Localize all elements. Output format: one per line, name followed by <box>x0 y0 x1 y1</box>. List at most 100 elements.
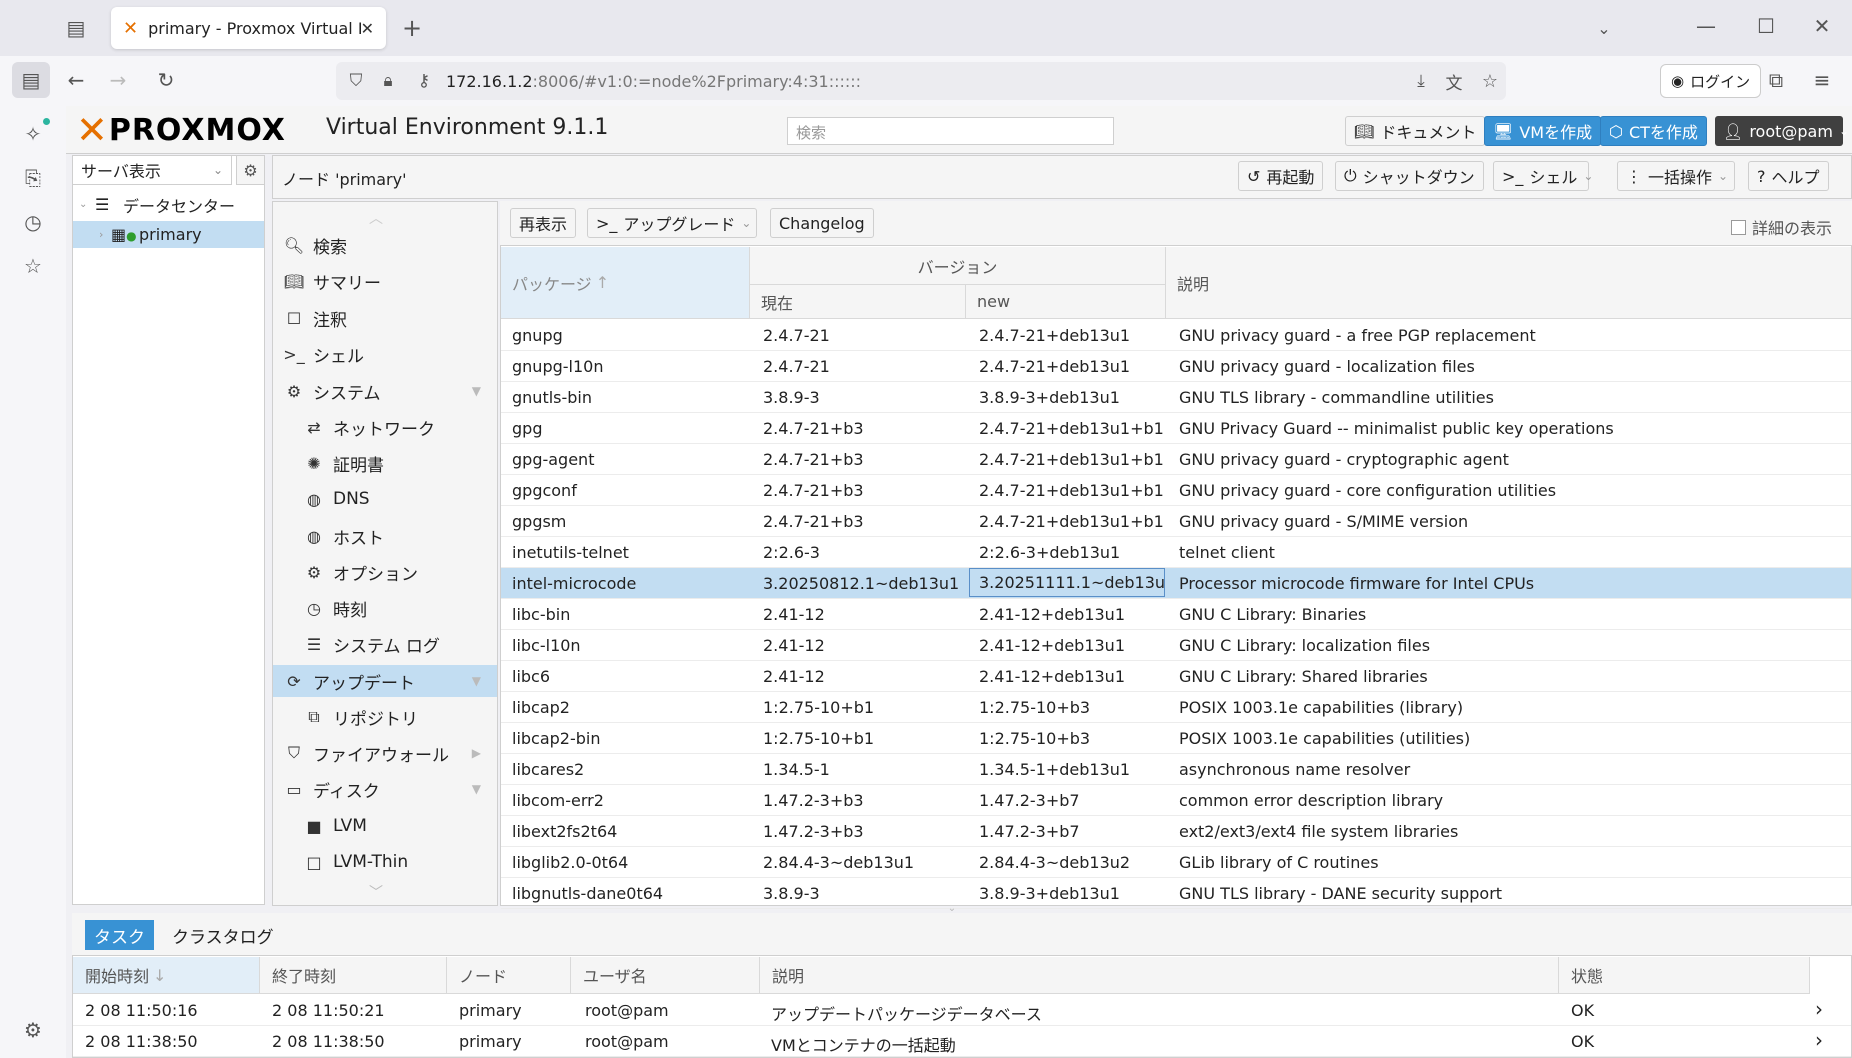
table-row[interactable]: libcom-err2 1.47.2-3+b3 1.47.2-3+b7 common … <box>501 785 1851 816</box>
minimize-icon[interactable]: — <box>1690 10 1722 42</box>
settings-gear-icon[interactable]: ⚙ <box>17 1014 49 1046</box>
sidebar-toggle-icon[interactable]: ▤ <box>12 62 50 98</box>
table-row[interactable]: libcares2 1.34.5-1 1.34.5-1+deb13u1 asynchr… <box>501 754 1851 785</box>
table-row[interactable]: libcap2 1:2.75-10+b1 1:2.75-10+b3 POSIX 100… <box>501 692 1851 723</box>
table-row[interactable]: libc6 2.41-12 2.41-12+deb13u1 GNU C Library… <box>501 661 1851 692</box>
bulk-actions-button[interactable]: ⋮ 一括操作 ⌄ <box>1617 161 1735 191</box>
column-header-current[interactable]: 現在 <box>750 285 966 319</box>
bookmark-star-icon[interactable]: ☆ <box>1474 65 1506 97</box>
upgrade-button[interactable]: >_ アップグレード ⌄ <box>587 208 757 238</box>
shutdown-button[interactable]: ⏻ シャットダウン <box>1335 161 1484 191</box>
chevron-right-icon[interactable]: › <box>1815 997 1823 1021</box>
url-bar[interactable]: 172.16.1.2:8006/#v1:0:=node%2Fprimary:4:… <box>336 62 1506 100</box>
expand-caret-icon[interactable]: ▶ <box>472 746 481 760</box>
nav-item-summary[interactable]: 📖︎ サマリー <box>273 265 497 297</box>
download-icon[interactable]: ⤓ <box>1405 65 1437 97</box>
history-clock-icon[interactable]: ◷ <box>17 206 49 238</box>
synced-tabs-icon[interactable]: ⎘ <box>17 162 49 194</box>
nav-item-search[interactable]: 🔍︎ 検索 <box>273 229 497 261</box>
nav-item-hosts[interactable]: ◍ ホスト <box>273 520 497 552</box>
task-header-status[interactable]: 状態 <box>1559 957 1810 994</box>
maximize-icon[interactable]: ☐ <box>1750 10 1782 42</box>
create-ct-button[interactable]: ⬡ CTを作成 <box>1600 116 1707 146</box>
table-row[interactable]: libext2fs2t64 1.47.2-3+b3 1.47.2-3+b7 ext2/… <box>501 816 1851 847</box>
nav-item-time[interactable]: ◷ 時刻 <box>273 592 497 624</box>
column-header-description[interactable]: 説明 <box>1166 247 1851 319</box>
table-row[interactable]: gnupg 2.4.7-21 2.4.7-21+deb13u1 GNU privacy… <box>501 320 1851 351</box>
table-row[interactable]: libc-bin 2.41-12 2.41-12+deb13u1 GNU C Libr… <box>501 599 1851 630</box>
tab-cluster-log[interactable]: クラスタログ <box>163 920 283 950</box>
shield-icon[interactable]: ⛉ <box>340 65 372 97</box>
table-row[interactable]: libglib2.0-0t64 2.84.4-3~deb13u1 2.84.4-3~… <box>501 847 1851 878</box>
nav-item-dns[interactable]: ◍ DNS <box>273 483 497 515</box>
nav-item-lvm[interactable]: ■ LVM <box>273 810 497 842</box>
column-header-new[interactable]: new <box>966 285 1166 319</box>
table-row[interactable]: gpg-agent 2.4.7-21+b3 2.4.7-21+deb13u1+b1 G… <box>501 444 1851 475</box>
table-row[interactable]: libc-l10n 2.41-12 2.41-12+deb13u1 GNU C Lib… <box>501 630 1851 661</box>
tree-item-datacenter[interactable]: ⌄ ☰ データセンター <box>73 191 264 218</box>
task-row[interactable]: 2 08 11:38:50 2 08 11:38:50 primary root@pa… <box>73 1026 1851 1057</box>
table-row[interactable]: gpg 2.4.7-21+b3 2.4.7-21+deb13u1+b1 GNU Pri… <box>501 413 1851 444</box>
column-header-package[interactable]: パッケージ ↑ <box>501 247 750 319</box>
task-header-end[interactable]: 終了時刻 <box>260 957 447 994</box>
table-row[interactable]: intel-microcode 3.20250812.1~deb13u1 3.202… <box>501 568 1851 599</box>
tab-close-icon[interactable]: ✕ <box>361 19 374 38</box>
new-tab-icon[interactable]: + <box>396 12 428 44</box>
table-row[interactable]: libcap2-bin 1:2.75-10+b1 1:2.75-10+b3 POSIX… <box>501 723 1851 754</box>
table-row[interactable]: gnutls-bin 3.8.9-3 3.8.9-3+deb13u1 GNU TLS … <box>501 382 1851 413</box>
nav-item-network[interactable]: ⇄ ネットワーク <box>273 411 497 443</box>
back-arrow-icon[interactable]: ← <box>60 64 92 96</box>
global-search-input[interactable]: 検索 <box>787 117 1114 145</box>
panel-resize-handle[interactable]: ⌄ <box>930 904 974 914</box>
expand-caret-icon[interactable]: ▼ <box>472 674 481 688</box>
table-row[interactable]: gpgconf 2.4.7-21+b3 2.4.7-21+deb13u1+b1 GNU… <box>501 475 1851 506</box>
task-header-description[interactable]: 説明 <box>760 957 1559 994</box>
task-header-user[interactable]: ユーザ名 <box>571 957 760 994</box>
reboot-button[interactable]: ↺ 再起動 <box>1238 161 1324 191</box>
nav-item-updates[interactable]: ⟳ アップデート ▼ <box>273 665 497 697</box>
nav-item-system[interactable]: ⚙ システム ▼ <box>273 375 497 407</box>
nav-item-lvm-thin[interactable]: □ LVM-Thin <box>273 846 497 878</box>
browser-tab-active[interactable]: ✕ primary - Proxmox Virtual Environ ✕ <box>111 7 386 49</box>
expand-caret-icon[interactable]: ▼ <box>472 384 481 398</box>
lock-icon[interactable]: 🔒︎ <box>372 65 404 97</box>
nav-item-notes[interactable]: ☐ 注釈 <box>273 302 497 334</box>
browser-menu-icon[interactable]: ≡ <box>1806 64 1838 96</box>
forward-arrow-icon[interactable]: → <box>102 64 134 96</box>
window-close-icon[interactable]: ✕ <box>1806 10 1838 42</box>
shell-button[interactable]: >_ シェル ⌄ <box>1493 161 1593 191</box>
nav-item-certificates[interactable]: ✺ 証明書 <box>273 447 497 479</box>
changelog-button[interactable]: Changelog <box>770 208 874 238</box>
nav-item-syslog[interactable]: ☰ システム ログ <box>273 628 497 660</box>
table-row[interactable]: inetutils-telnet 2:2.6-3 2:2.6-3+deb13u1 te… <box>501 537 1851 568</box>
tree-settings-gear-icon[interactable]: ⚙ <box>236 155 265 185</box>
table-row[interactable]: gnupg-l10n 2.4.7-21 2.4.7-21+deb13u1 GNU pr… <box>501 351 1851 382</box>
tab-tasks[interactable]: タスク <box>85 920 154 950</box>
chevron-right-icon[interactable]: › <box>1815 1028 1823 1052</box>
help-button[interactable]: ? ヘルプ <box>1748 161 1829 191</box>
documentation-button[interactable]: 📖︎ ドキュメント <box>1345 116 1486 146</box>
show-details-checkbox[interactable]: 詳細の表示 <box>1731 215 1832 239</box>
tab-history-icon[interactable]: ▤ <box>60 12 92 44</box>
extensions-icon[interactable]: ⧉ <box>1760 64 1792 96</box>
key-icon[interactable]: ⚷ <box>408 65 440 97</box>
expand-caret-icon[interactable]: ▼ <box>472 782 481 796</box>
table-row[interactable]: libgnutls-dane0t64 3.8.9-3 3.8.9-3+deb13u1… <box>501 878 1851 909</box>
create-vm-button[interactable]: 🖥︎ VMを作成 <box>1484 116 1602 146</box>
tree-item-primary[interactable]: › ▦● primary <box>73 221 264 248</box>
bookmarks-star-icon[interactable]: ☆ <box>17 250 49 282</box>
scroll-down-chevron-icon[interactable]: ﹀ <box>369 882 383 902</box>
login-button[interactable]: ◉ ログイン <box>1660 64 1762 98</box>
task-header-node[interactable]: ノード <box>447 957 571 994</box>
nav-item-shell[interactable]: >_ シェル <box>273 338 497 370</box>
reload-icon[interactable]: ↻ <box>150 64 182 96</box>
translate-icon[interactable]: 文 <box>1438 65 1470 97</box>
user-menu-button[interactable]: 👤︎ root@pam ⌄ <box>1715 116 1849 146</box>
refresh-button[interactable]: 再表示 <box>510 208 577 238</box>
task-row[interactable]: 2 08 11:50:16 2 08 11:50:21 primary root@pa… <box>73 995 1851 1026</box>
task-header-start[interactable]: 開始時刻 ↓ <box>73 957 260 994</box>
nav-item-disks[interactable]: ▭ ディスク ▼ <box>273 773 497 805</box>
nav-item-firewall[interactable]: ⛉ ファイアウォール ▶ <box>273 737 497 769</box>
nav-item-repositories[interactable]: ⧉ リポジトリ <box>273 701 497 733</box>
nav-item-options[interactable]: ⚙ オプション <box>273 556 497 588</box>
